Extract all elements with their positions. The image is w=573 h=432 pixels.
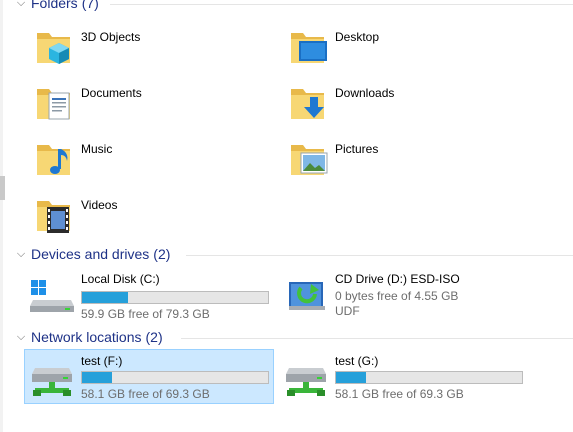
folder-label: Pictures <box>335 142 379 156</box>
chevron-down-icon[interactable]: ⌵ <box>14 0 28 10</box>
drive-usage-bar <box>81 371 269 384</box>
drive-free-space: 0 bytes free of 4.55 GB <box>335 289 459 303</box>
videos-folder-icon <box>37 201 70 233</box>
drive-free-space: 58.1 GB free of 69.3 GB <box>81 387 210 401</box>
group-count: (2) <box>153 246 171 262</box>
drive-free-space: 58.1 GB free of 69.3 GB <box>335 387 464 401</box>
group-title: Network locations <box>31 329 142 345</box>
folder-label: Videos <box>81 198 118 212</box>
network-drive-icon <box>286 368 326 396</box>
drive-free-space: 59.9 GB free of 79.3 GB <box>81 307 210 321</box>
network-drive-item-f[interactable]: test (F:) 58.1 GB free of 69.3 GB <box>24 349 274 404</box>
group-divider <box>110 4 573 5</box>
network-drive-item-g[interactable]: test (G:) 58.1 GB free of 69.3 GB <box>279 350 529 402</box>
folder-item-desktop[interactable]: Desktop <box>289 27 529 79</box>
folder-label: Downloads <box>335 86 395 100</box>
group-count: (2) <box>145 329 163 345</box>
drive-usage-bar <box>81 291 269 304</box>
folder-label: 3D Objects <box>81 30 141 44</box>
left-pane-edge <box>0 0 3 432</box>
windows-drive-icon <box>30 280 74 312</box>
group-header-devices[interactable]: ⌵ Devices and drives (2) <box>14 245 171 263</box>
group-header-network[interactable]: ⌵ Network locations (2) <box>14 328 163 346</box>
drive-item-c[interactable]: Local Disk (C:) 59.9 GB free of 79.3 GB <box>25 268 275 321</box>
folder-item-music[interactable]: Music <box>35 139 275 191</box>
folder-item-3d-objects[interactable]: 3D Objects <box>35 27 275 79</box>
group-divider <box>181 338 573 339</box>
downloads-folder-icon <box>291 89 324 119</box>
drive-filesystem: UDF <box>335 304 360 318</box>
desktop-folder-icon <box>291 33 327 63</box>
folder-label: Music <box>81 142 113 156</box>
group-header-folders[interactable]: ⌵ Folders (7) <box>14 0 99 12</box>
drive-name: test (F:) <box>81 354 123 368</box>
pictures-folder-icon <box>291 145 328 175</box>
drive-name: CD Drive (D:) ESD-ISO <box>335 272 460 286</box>
folder-label: Documents <box>81 86 142 100</box>
documents-folder-icon <box>37 89 70 120</box>
folder-label: Desktop <box>335 30 380 44</box>
folder-item-documents[interactable]: Documents <box>35 83 275 135</box>
group-divider <box>186 255 573 256</box>
group-title: Devices and drives <box>31 246 150 262</box>
folder-item-downloads[interactable]: Downloads <box>289 83 529 135</box>
music-folder-icon <box>37 145 70 175</box>
drive-usage-fill <box>336 372 366 383</box>
drive-usage-fill <box>82 372 112 383</box>
chevron-down-icon[interactable]: ⌵ <box>14 247 28 261</box>
3d-objects-folder-icon <box>37 33 70 64</box>
drive-name: test (G:) <box>335 354 379 368</box>
network-drive-icon <box>32 368 72 396</box>
chevron-down-icon[interactable]: ⌵ <box>14 330 28 344</box>
folder-item-videos[interactable]: Videos <box>35 195 275 247</box>
drive-usage-bar <box>335 371 523 384</box>
splitter-handle[interactable] <box>0 176 5 200</box>
drive-usage-fill <box>82 292 128 303</box>
group-count: (7) <box>81 0 99 11</box>
folder-item-pictures[interactable]: Pictures <box>289 139 529 191</box>
cd-drive-icon <box>289 282 325 310</box>
group-title: Folders <box>31 0 78 11</box>
drive-item-d[interactable]: CD Drive (D:) ESD-ISO 0 bytes free of 4.… <box>279 268 529 320</box>
drive-name: Local Disk (C:) <box>81 272 160 286</box>
